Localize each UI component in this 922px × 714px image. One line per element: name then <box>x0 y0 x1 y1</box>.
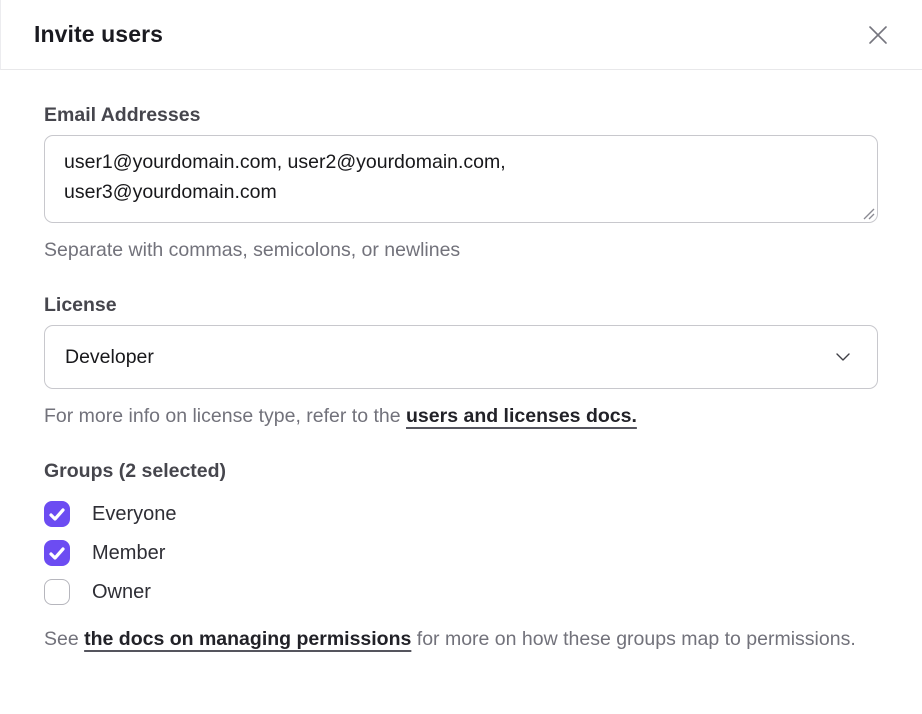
email-input[interactable]: user1@yourdomain.com, user2@yourdomain.c… <box>44 135 878 223</box>
license-helper-prefix: For more info on license type, refer to … <box>44 405 406 427</box>
group-row-member[interactable]: Member <box>44 540 878 566</box>
license-select[interactable]: Developer <box>44 325 878 389</box>
group-label-everyone: Everyone <box>92 503 177 526</box>
groups-helper-text: See the docs on managing permissions for… <box>44 625 878 654</box>
checkmark-icon <box>49 508 65 521</box>
groups-label: Groups (2 selected) <box>44 460 878 483</box>
groups-helper-prefix: See <box>44 628 84 650</box>
group-label-member: Member <box>92 542 165 565</box>
license-helper-text: For more info on license type, refer to … <box>44 402 878 431</box>
group-label-owner: Owner <box>92 581 151 604</box>
resize-handle-icon[interactable] <box>861 206 875 220</box>
email-section: Email Addresses user1@yourdomain.com, us… <box>44 104 878 265</box>
chevron-down-icon <box>835 352 851 362</box>
checkbox-member[interactable] <box>44 540 70 566</box>
email-label: Email Addresses <box>44 104 878 127</box>
users-licenses-docs-link[interactable]: users and licenses docs. <box>406 405 637 427</box>
email-helper-text: Separate with commas, semicolons, or new… <box>44 236 878 265</box>
license-selected-value: Developer <box>65 346 154 369</box>
dialog-title: Invite users <box>34 21 163 48</box>
group-row-everyone[interactable]: Everyone <box>44 501 878 527</box>
license-label: License <box>44 294 878 317</box>
x-icon <box>866 23 890 47</box>
managing-permissions-docs-link[interactable]: the docs on managing permissions <box>84 628 411 650</box>
dialog-body: Email Addresses user1@yourdomain.com, us… <box>0 70 922 654</box>
group-row-owner[interactable]: Owner <box>44 579 878 605</box>
license-section: License Developer For more info on licen… <box>44 294 878 431</box>
groups-section: Groups (2 selected) Everyone Member <box>44 460 878 654</box>
close-button[interactable] <box>864 21 892 49</box>
checkmark-icon <box>49 547 65 560</box>
checkbox-owner[interactable] <box>44 579 70 605</box>
invite-users-dialog: Invite users Email Addresses user1@yourd… <box>0 0 922 714</box>
groups-helper-suffix: for more on how these groups map to perm… <box>411 628 855 650</box>
checkbox-everyone[interactable] <box>44 501 70 527</box>
dialog-header: Invite users <box>0 0 922 70</box>
